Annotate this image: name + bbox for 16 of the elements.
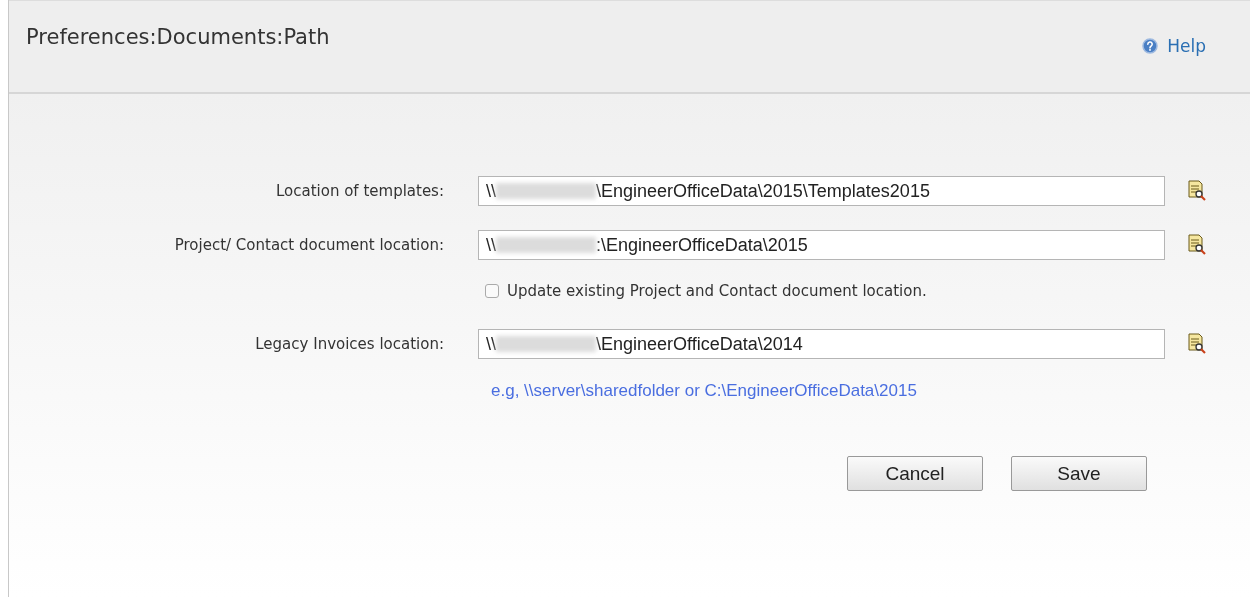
browse-document-icon[interactable] xyxy=(1187,180,1207,202)
field-label: Location of templates: xyxy=(274,182,444,200)
browse-document-icon[interactable] xyxy=(1187,333,1207,355)
cancel-button[interactable]: Cancel xyxy=(847,456,983,491)
path-field[interactable]: \\ :\EngineerOfficeData\2015 xyxy=(478,230,1165,260)
field-label: Legacy Invoices location: xyxy=(254,335,444,353)
path-field[interactable]: \\ \EngineerOfficeData\2015\Templates2015 xyxy=(478,176,1165,206)
update-checkbox[interactable]: Update existing Project and Contact document location. xyxy=(485,282,1250,300)
path-field[interactable]: \\ \EngineerOfficeData\2014 xyxy=(478,329,1165,359)
page-title: Preferences:Documents:Path xyxy=(26,24,330,49)
save-button[interactable]: Save xyxy=(1011,456,1147,491)
browse-document-icon[interactable] xyxy=(1187,234,1207,256)
path-hint: e.g, \\server\sharedfolder or C:\EngineerOfficeData\2015 xyxy=(491,381,918,401)
field-label: Project/ Contact document location: xyxy=(173,236,444,254)
help-icon xyxy=(1142,37,1159,54)
help-link[interactable]: Help xyxy=(1142,35,1206,56)
